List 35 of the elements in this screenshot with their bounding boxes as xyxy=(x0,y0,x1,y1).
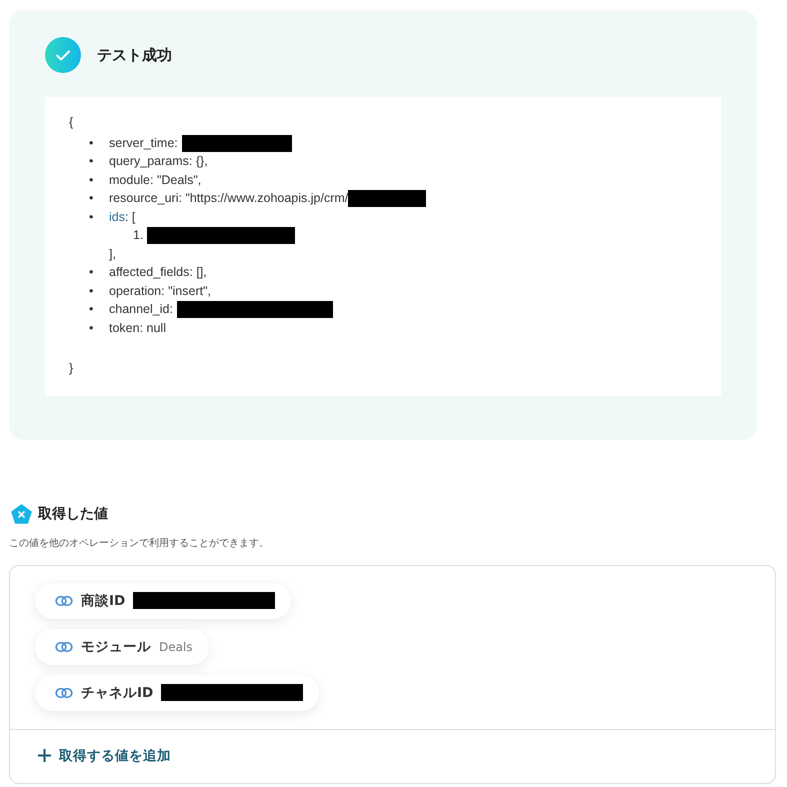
code-text: ids: [ xyxy=(109,210,136,224)
code-text: 1. xyxy=(133,227,144,244)
plus-icon xyxy=(38,749,51,762)
check-icon xyxy=(45,37,81,73)
bullet: • xyxy=(89,264,94,281)
bullet: • xyxy=(89,282,94,300)
link-icon xyxy=(55,686,73,698)
code-text: operation: "insert", xyxy=(109,284,211,298)
code-text: module: "Deals", xyxy=(109,172,202,186)
link-icon xyxy=(55,594,73,606)
code-text: server_time: xyxy=(109,136,178,150)
bullet: • xyxy=(89,190,94,207)
value-chip[interactable]: 商談ID xyxy=(35,582,292,618)
status-title: テスト成功 xyxy=(97,46,172,64)
add-value-button[interactable]: 取得する値を追加 xyxy=(10,728,775,782)
bullet: • xyxy=(89,320,94,336)
bullet: • xyxy=(89,208,94,226)
code-text: channel_id: xyxy=(109,302,173,316)
code-text: { xyxy=(69,114,74,131)
code-text: query_params: {}, xyxy=(109,154,208,168)
section-title: 取得した値 xyxy=(38,504,108,522)
code-text: token: null xyxy=(109,320,166,334)
pentagon-icon xyxy=(11,504,32,524)
value-chip[interactable]: モジュール Deals xyxy=(35,628,209,664)
code-text: affected_fields: [], xyxy=(109,265,207,279)
link-icon xyxy=(55,640,73,652)
bullet: • xyxy=(89,172,94,188)
section-description: この値を他のオペレーションで利用することができます。 xyxy=(9,536,270,550)
bullet: • xyxy=(89,134,94,152)
value-chip[interactable]: チャネルID xyxy=(35,674,320,710)
bullet: • xyxy=(89,153,94,170)
code-text: ], xyxy=(109,246,117,263)
code-text: resource_uri: "https://www.zohoapis.jp/crm/ xyxy=(109,191,348,205)
code-text: } xyxy=(69,360,74,377)
bullet: • xyxy=(89,301,94,318)
